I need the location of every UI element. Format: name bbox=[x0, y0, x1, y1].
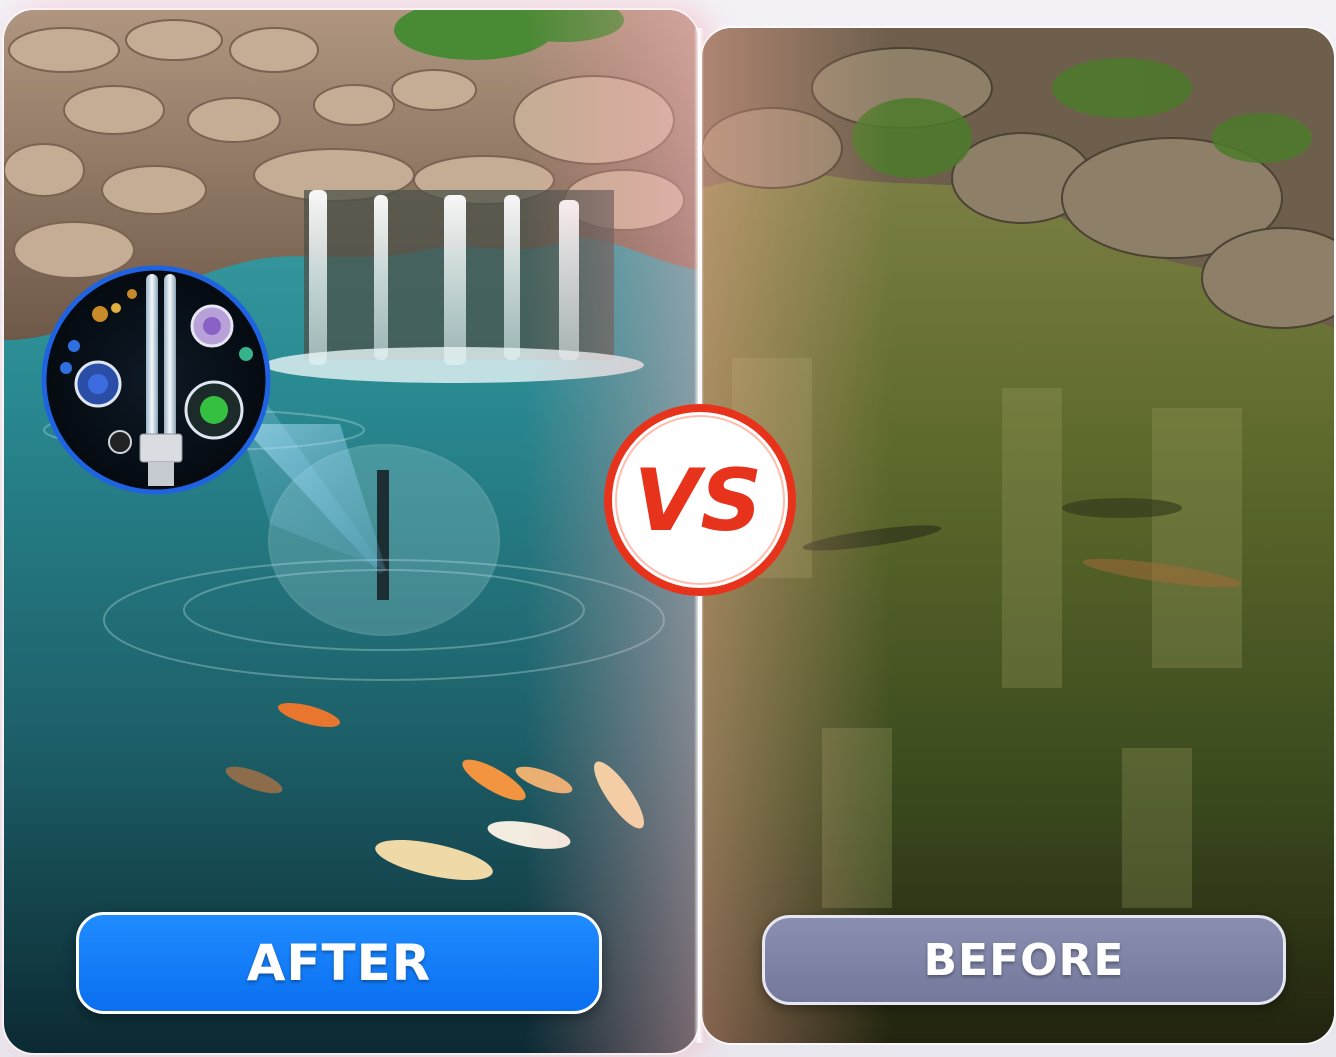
murky-pond-image bbox=[702, 28, 1334, 1043]
before-panel: BEFORE bbox=[702, 28, 1334, 1043]
before-label-button: BEFORE bbox=[762, 915, 1286, 1005]
after-label-button: AFTER bbox=[76, 912, 602, 1014]
after-panel: AFTER bbox=[4, 10, 698, 1053]
uv-lamp-inset bbox=[41, 265, 386, 574]
vs-badge: VS bbox=[604, 404, 796, 596]
